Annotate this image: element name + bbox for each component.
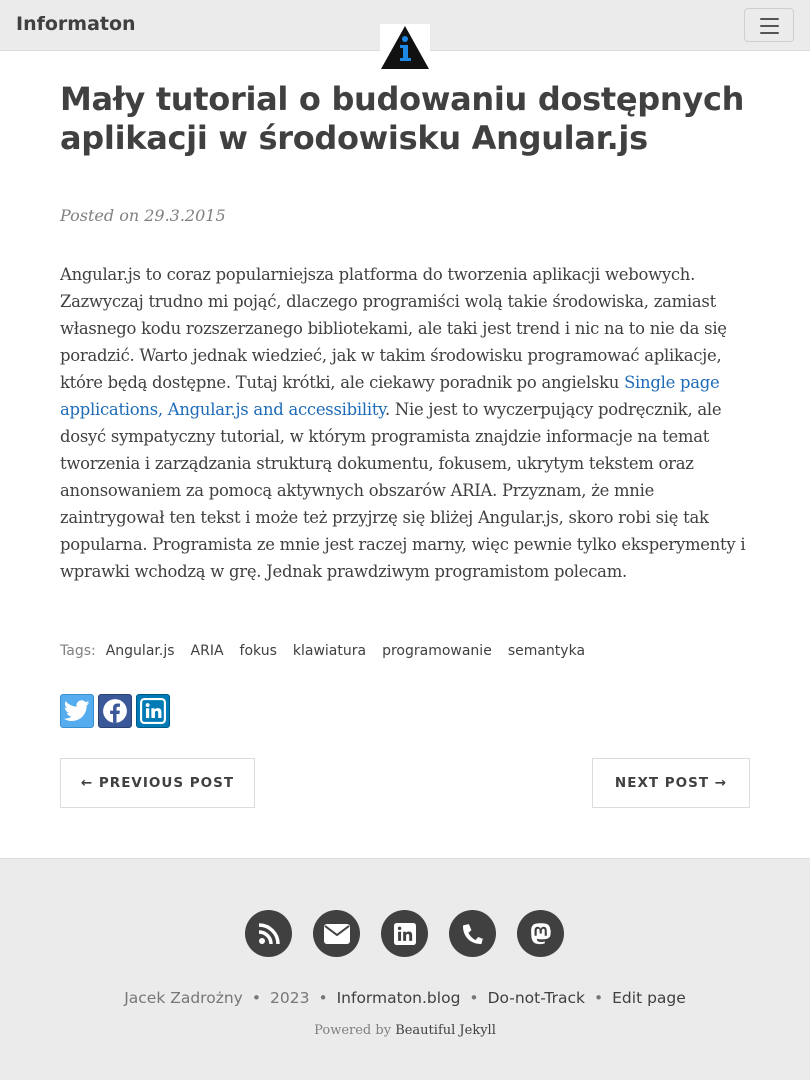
footer-separator: • [318,989,328,1007]
footer-edit-link[interactable]: Edit page [612,989,686,1007]
rss-icon [258,922,280,944]
share-facebook-button[interactable] [98,694,132,728]
powered-by: Powered by Beautiful Jekyll [0,1023,810,1038]
next-post-button[interactable]: NEXT POST → [592,758,750,808]
powered-by-text: Powered by [314,1023,392,1038]
mastodon-icon [530,922,551,944]
linkedin-icon [140,698,166,724]
hamburger-icon-bar [760,32,779,34]
beautiful-jekyll-link[interactable]: Beautiful Jekyll [395,1023,496,1038]
tag-link[interactable]: fokus [240,643,277,659]
tag-link[interactable]: klawiatura [293,643,366,659]
post-text: . Nie jest to wyczerpujący podręcznik, a… [60,400,746,581]
tag-link[interactable]: ARIA [191,643,224,659]
share-twitter-button[interactable] [60,694,94,728]
previous-post-button[interactable]: ← PREVIOUS POST [60,758,255,808]
phone-icon [462,923,483,944]
tag-link[interactable]: semantyka [508,643,585,659]
site-logo[interactable] [380,24,430,71]
hamburger-icon-bar [760,25,779,27]
share-linkedin-button[interactable] [136,694,170,728]
tags-list: Tags: Angular.js ARIA fokus klawiatura p… [60,643,601,659]
post-date: Posted on 29.3.2015 [60,206,226,225]
footer: Jacek Zadrożny • 2023 • Informaton.blog • Do-n… [0,858,810,1080]
footer-separator: • [251,989,261,1007]
footer-links: Jacek Zadrożny • 2023 • Informaton.blog • Do-n… [0,989,810,1007]
linkedin-icon [393,922,416,945]
mastodon-link[interactable] [517,910,564,957]
footer-site-link[interactable]: Informaton.blog [337,989,461,1007]
phone-link[interactable] [449,910,496,957]
post-content: Angular.js to coraz popularniejsza platf… [60,261,750,585]
facebook-icon [103,699,127,723]
footer-year: 2023 [269,989,310,1007]
footer-dnt-link[interactable]: Do-not-Track [488,989,585,1007]
footer-separator: • [469,989,479,1007]
footer-social-links [245,910,564,957]
brand-link[interactable]: Informaton [16,13,136,35]
hamburger-icon [760,18,779,20]
linkedin-link[interactable] [381,910,428,957]
twitter-icon [64,700,90,721]
email-link[interactable] [313,910,360,957]
tag-link[interactable]: programowanie [382,643,492,659]
footer-separator: • [593,989,604,1007]
tags-label: Tags: [60,643,96,659]
menu-toggle-button[interactable] [744,8,794,42]
post-title: Mały tutorial o budowaniu dostępnych apl… [60,80,745,157]
email-icon [323,923,350,944]
tag-link[interactable]: Angular.js [106,643,175,659]
rss-link[interactable] [245,910,292,957]
share-buttons [60,694,170,728]
footer-author: Jacek Zadrożny [124,989,243,1007]
info-triangle-icon [381,26,429,69]
